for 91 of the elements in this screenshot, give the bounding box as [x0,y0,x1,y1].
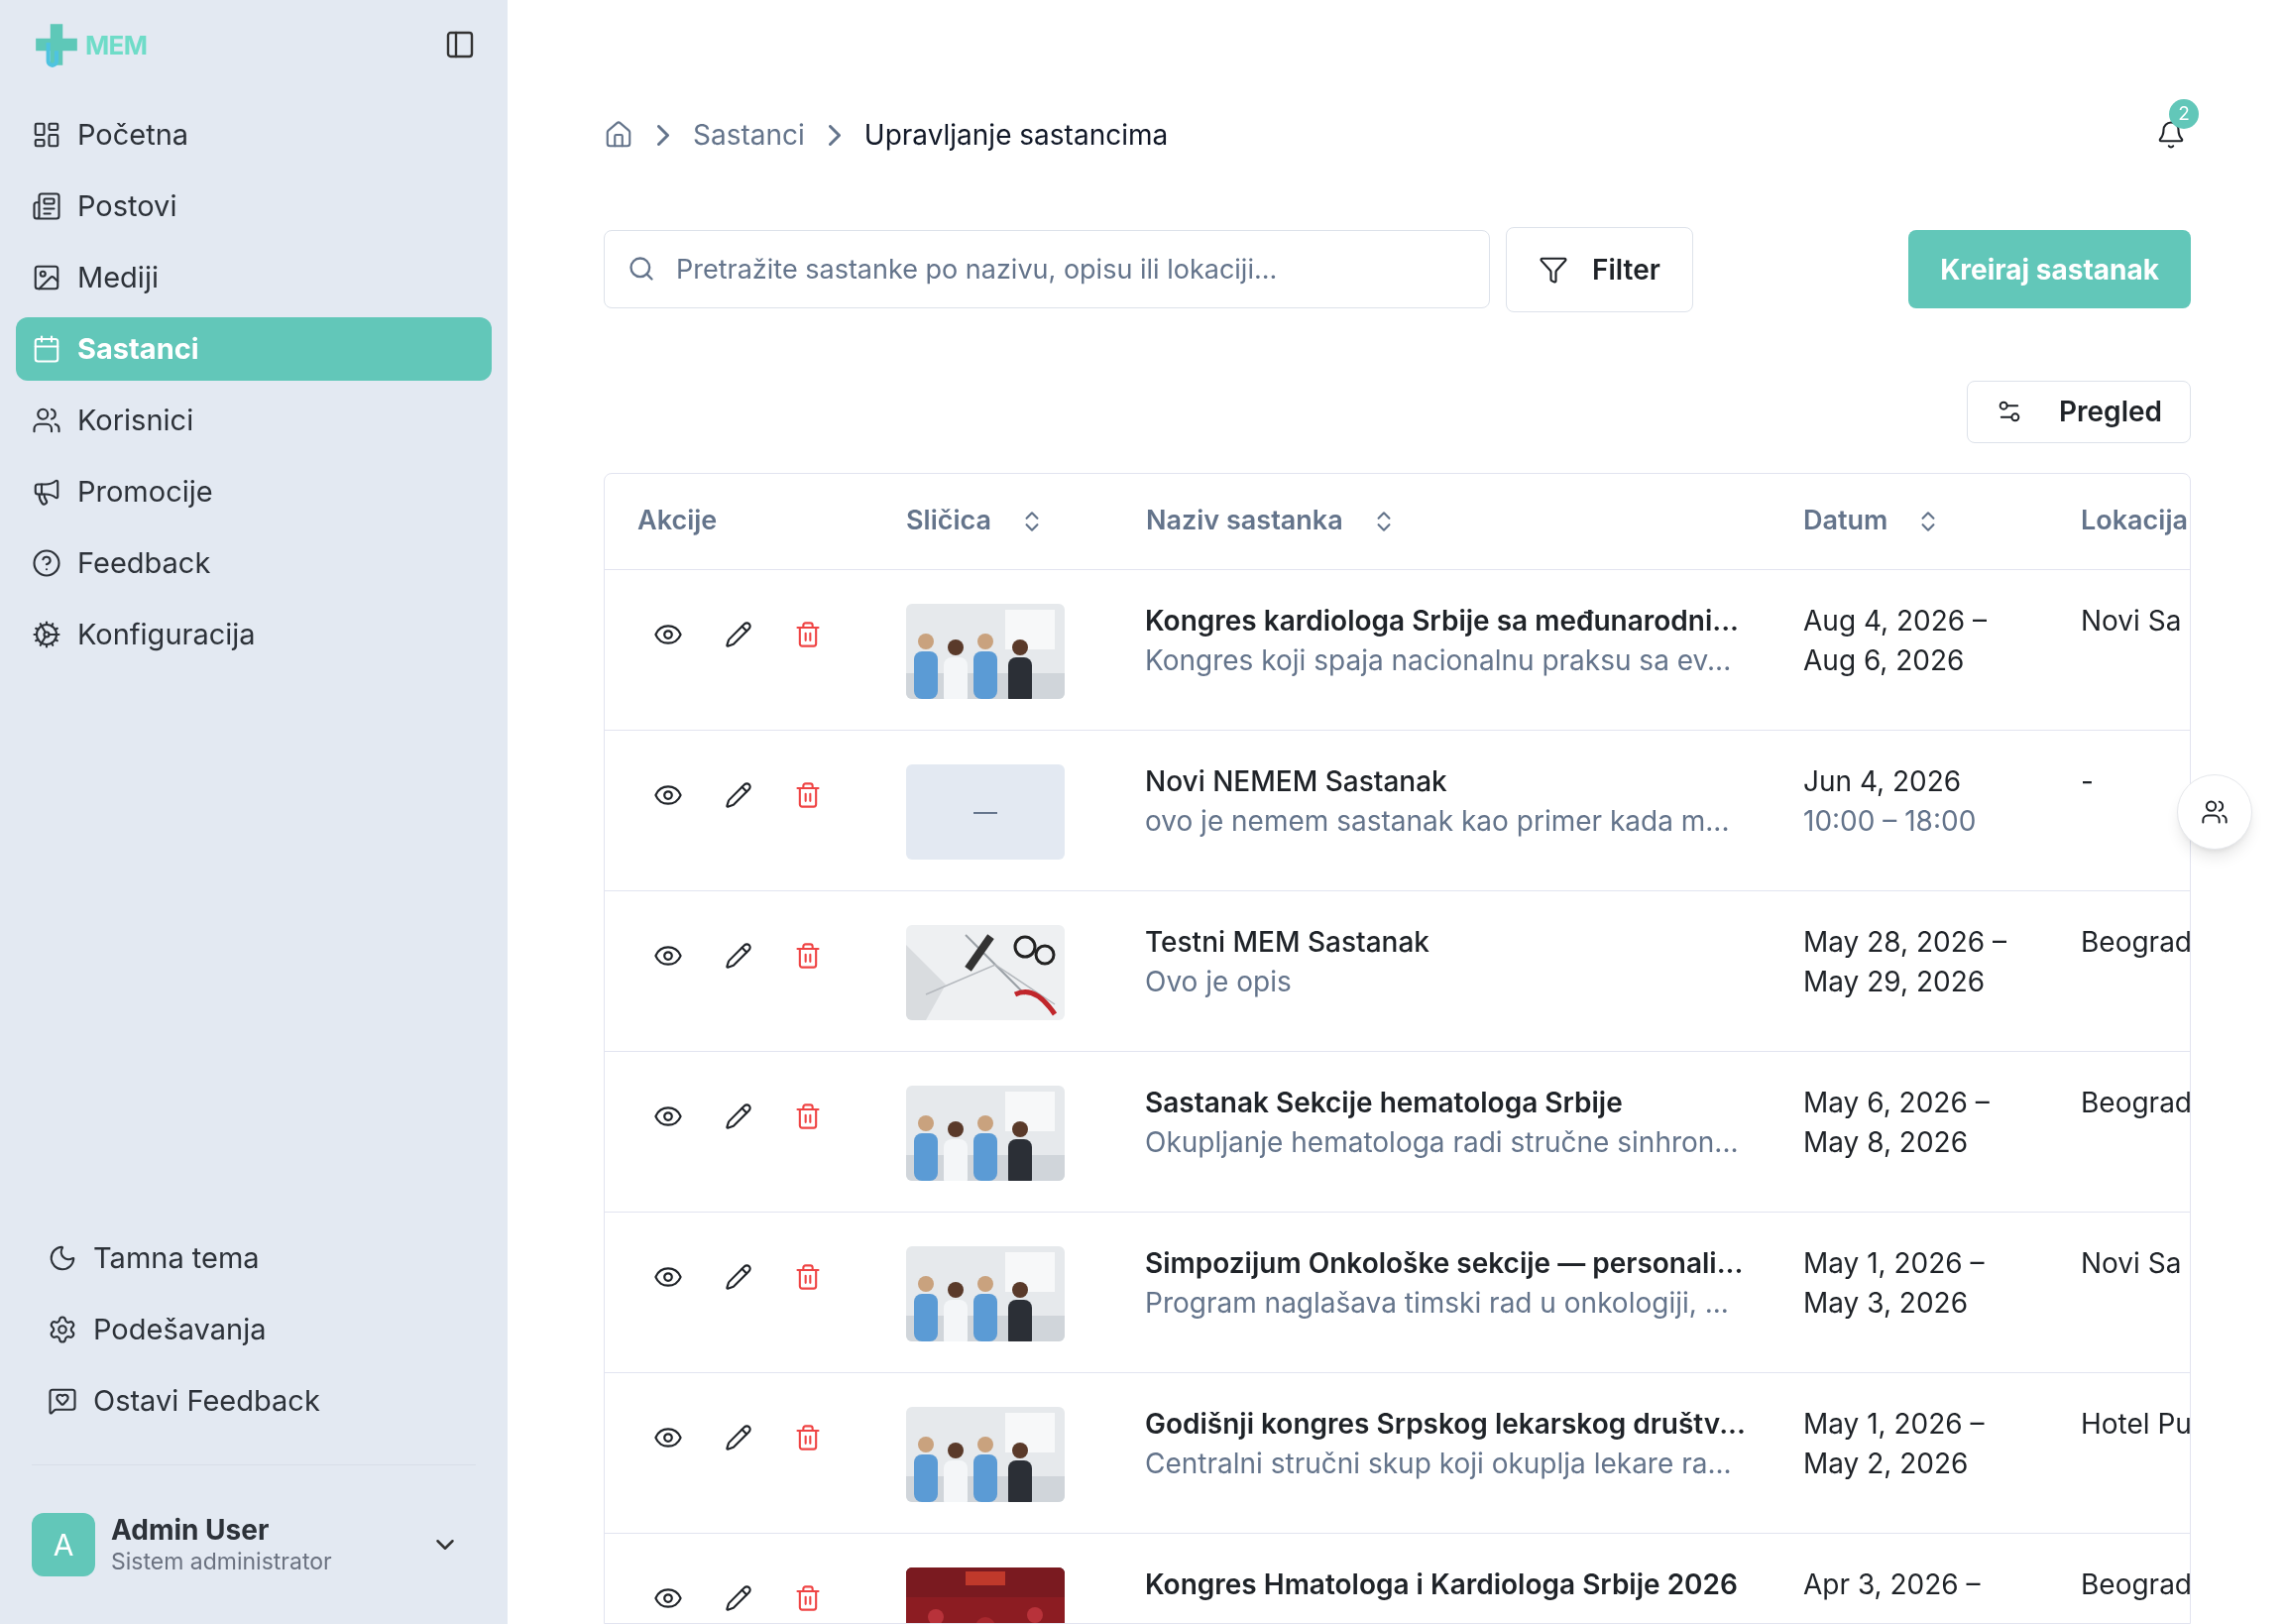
meeting-description: Centralni stručni skup koji okuplja lekare ra... [1145,1445,1733,1482]
dashboard-icon [32,120,61,150]
filter-button[interactable]: Filter [1506,226,1693,312]
nav-item[interactable]: Promocije [16,460,492,523]
user-menu[interactable]: A Admin User Sistem administrator [16,1465,492,1624]
sidebar-action[interactable]: Podešavanja [32,1298,476,1361]
meeting-description: ovo je nemem sastanak kao primer kada m... [1145,802,1731,840]
meeting-description: Ovo je opis [1145,963,1293,1000]
meeting-title[interactable]: Testni MEM Sastanak [1145,921,1771,962]
meeting-title[interactable]: Kongres kardiologa Srbije sa međunarodni... [1145,600,1771,640]
date-cell-text: May 1, 2026 – [1803,1244,1986,1282]
nav-item[interactable]: Feedback [16,531,492,595]
trash-icon[interactable] [794,1262,822,1291]
breadcrumb-link[interactable]: Sastanci [693,114,805,157]
avatar: A [32,1513,95,1576]
chevron-right-icon [657,124,669,146]
nav-item[interactable]: Konfiguracija [16,603,492,666]
nav-item[interactable]: Početna [16,103,492,167]
location-cell: Beograd [2081,1566,2190,1601]
users-icon [32,406,61,435]
date-cell-text: May 8, 2026 [1803,1123,1970,1161]
location-cell: Beograd [2081,1085,2190,1119]
trash-icon[interactable] [794,780,822,809]
settings-icon [48,1315,77,1344]
date-cell-text: May 2, 2026 [1803,1445,1970,1482]
help-icon [32,548,61,578]
date-cell-text: Aug 4, 2026 – [1803,602,1989,639]
column-header[interactable]: Datum [1803,501,1888,541]
view-options-button[interactable]: Pregled [1967,380,2191,443]
meeting-description: Okupljanje hematologa radi stručne sinhron... [1145,1123,1740,1161]
date-cell-text: May 1, 2026 – [1803,1405,1986,1443]
message-heart-icon [48,1386,77,1416]
pencil-icon[interactable] [725,1583,752,1612]
time-range: 10:00 – 18:00 [1803,802,1978,840]
notification-count: 2 [2169,99,2199,130]
date-cell-text: Jun 4, 2026 [1803,762,1963,800]
trash-icon[interactable] [794,1583,822,1612]
nav-item[interactable]: Mediji [16,246,492,309]
date-cell-text: May 28, 2026 – [1803,923,2007,961]
location-cell: Novi Sa [2081,603,2182,638]
logo-text: MEM [85,28,148,62]
pencil-icon[interactable] [725,941,752,970]
meeting-title[interactable]: Godišnji kongres Srpskog lekarskog društv... [1145,1403,1771,1444]
user-name: Admin User [111,1513,271,1549]
meeting-title[interactable]: Novi NEMEM Sastanak [1145,760,1771,801]
pencil-icon[interactable] [725,1262,752,1291]
search-field[interactable]: Pretražite sastanke po nazivu, opisu ili lokaciji... [604,230,1490,309]
users-float-button[interactable] [2177,774,2252,850]
sidebar-toggle-icon[interactable] [444,29,476,60]
nav-item[interactable]: Korisnici [16,389,492,452]
breadcrumb-current: Upravljanje sastancima [863,117,1169,155]
chevron-right-icon [828,124,841,146]
nav-item[interactable]: Postovi [16,174,492,238]
date-cell-text: May 29, 2026 [1803,963,1987,1000]
meeting-title[interactable]: Sastanak Sekcije hematologa Srbije [1145,1082,1771,1122]
newspaper-icon [32,191,61,221]
column-header[interactable]: Sličica [906,501,991,541]
calendar-icon [32,334,61,364]
pencil-icon[interactable] [725,1423,752,1451]
date-cell-text: May 3, 2026 [1803,1284,1969,1322]
trash-icon[interactable] [794,941,822,970]
date-cell-text: Apr 3, 2026 – [1803,1566,1982,1603]
sidebar-action[interactable]: Tamna tema [32,1226,476,1290]
meeting-title[interactable]: Kongres Hmatologa i Kardiologa Srbije 2026 [1145,1564,1771,1604]
meeting-title[interactable]: Simpozijum Onkološke sekcije — personali... [1145,1242,1771,1283]
meeting-description: Program naglašava timski rad u onkologiji, ... [1145,1284,1730,1322]
column-header: Akcije [637,503,718,539]
date-cell-text: May 6, 2026 – [1803,1084,1991,1121]
image-icon [32,263,61,292]
meeting-description: Kongres koji spaja nacionalnu praksu sa ev... [1145,641,1733,679]
user-role: Sistem administrator [111,1548,333,1576]
column-header: Lokacija [2081,503,2188,539]
location-cell: Novi Sa [2081,1245,2182,1280]
date-cell-text: Aug 6, 2026 [1803,641,1966,679]
pencil-icon[interactable] [725,1102,752,1130]
settings-icon [32,620,61,649]
megaphone-icon [32,477,61,507]
location-cell: Hotel Pu [2081,1406,2190,1441]
pencil-icon[interactable] [725,620,752,648]
users-icon [2201,798,2229,826]
sidebar-action[interactable]: Ostavi Feedback [32,1369,476,1433]
trash-icon[interactable] [794,620,822,648]
column-header[interactable]: Naziv sastanka [1146,501,1343,541]
trash-icon[interactable] [794,1423,822,1451]
pencil-icon[interactable] [725,780,752,809]
search-icon [628,255,655,284]
moon-icon [48,1243,77,1273]
location-cell: Beograd [2081,924,2190,959]
placeholder-dash: — [973,795,997,828]
trash-icon[interactable] [794,1102,822,1130]
location-cell: - [2081,763,2094,798]
